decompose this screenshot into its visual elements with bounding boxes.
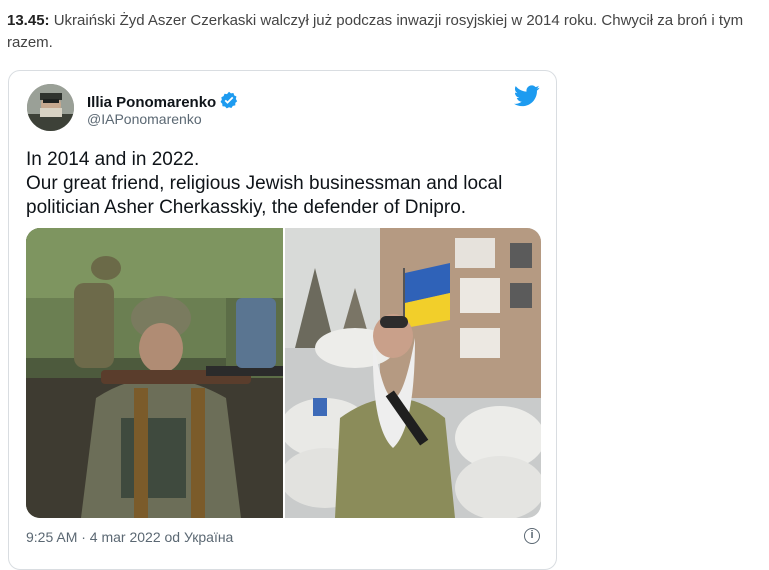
author-name[interactable]: Illia Ponomarenko [87, 94, 216, 111]
tweet-timestamp[interactable]: 9:25 AM · 4 mar 2022 od Україна [26, 529, 233, 545]
article-lead: 13.45: Ukraiński Żyd Aszer Czerkaski wal… [7, 10, 762, 54]
info-icon[interactable]: i [524, 528, 540, 544]
tweet-text-line2: Our great friend, religious Jewish busin… [26, 173, 503, 218]
photo-defender-dnipro-2022[interactable] [285, 228, 541, 518]
photo-soldiers-2014[interactable] [26, 228, 283, 518]
author-handle[interactable]: @IAPonomarenko [87, 111, 202, 127]
avatar[interactable] [27, 84, 74, 131]
embedded-tweet[interactable]: Illia Ponomarenko @IAPonomarenko In 2014… [8, 70, 557, 570]
tweet-text: In 2014 and in 2022. Our great friend, r… [26, 148, 546, 220]
verified-badge-icon [220, 91, 238, 113]
twitter-bird-icon[interactable] [514, 85, 540, 107]
lead-text: Ukraiński Żyd Aszer Czerkaski walczył ju… [7, 12, 744, 51]
tweet-media[interactable] [26, 228, 541, 518]
tweet-text-line1: In 2014 and in 2022. [26, 149, 200, 170]
lead-time: 13.45: [7, 12, 50, 29]
author-name-row[interactable]: Illia Ponomarenko [87, 91, 238, 113]
